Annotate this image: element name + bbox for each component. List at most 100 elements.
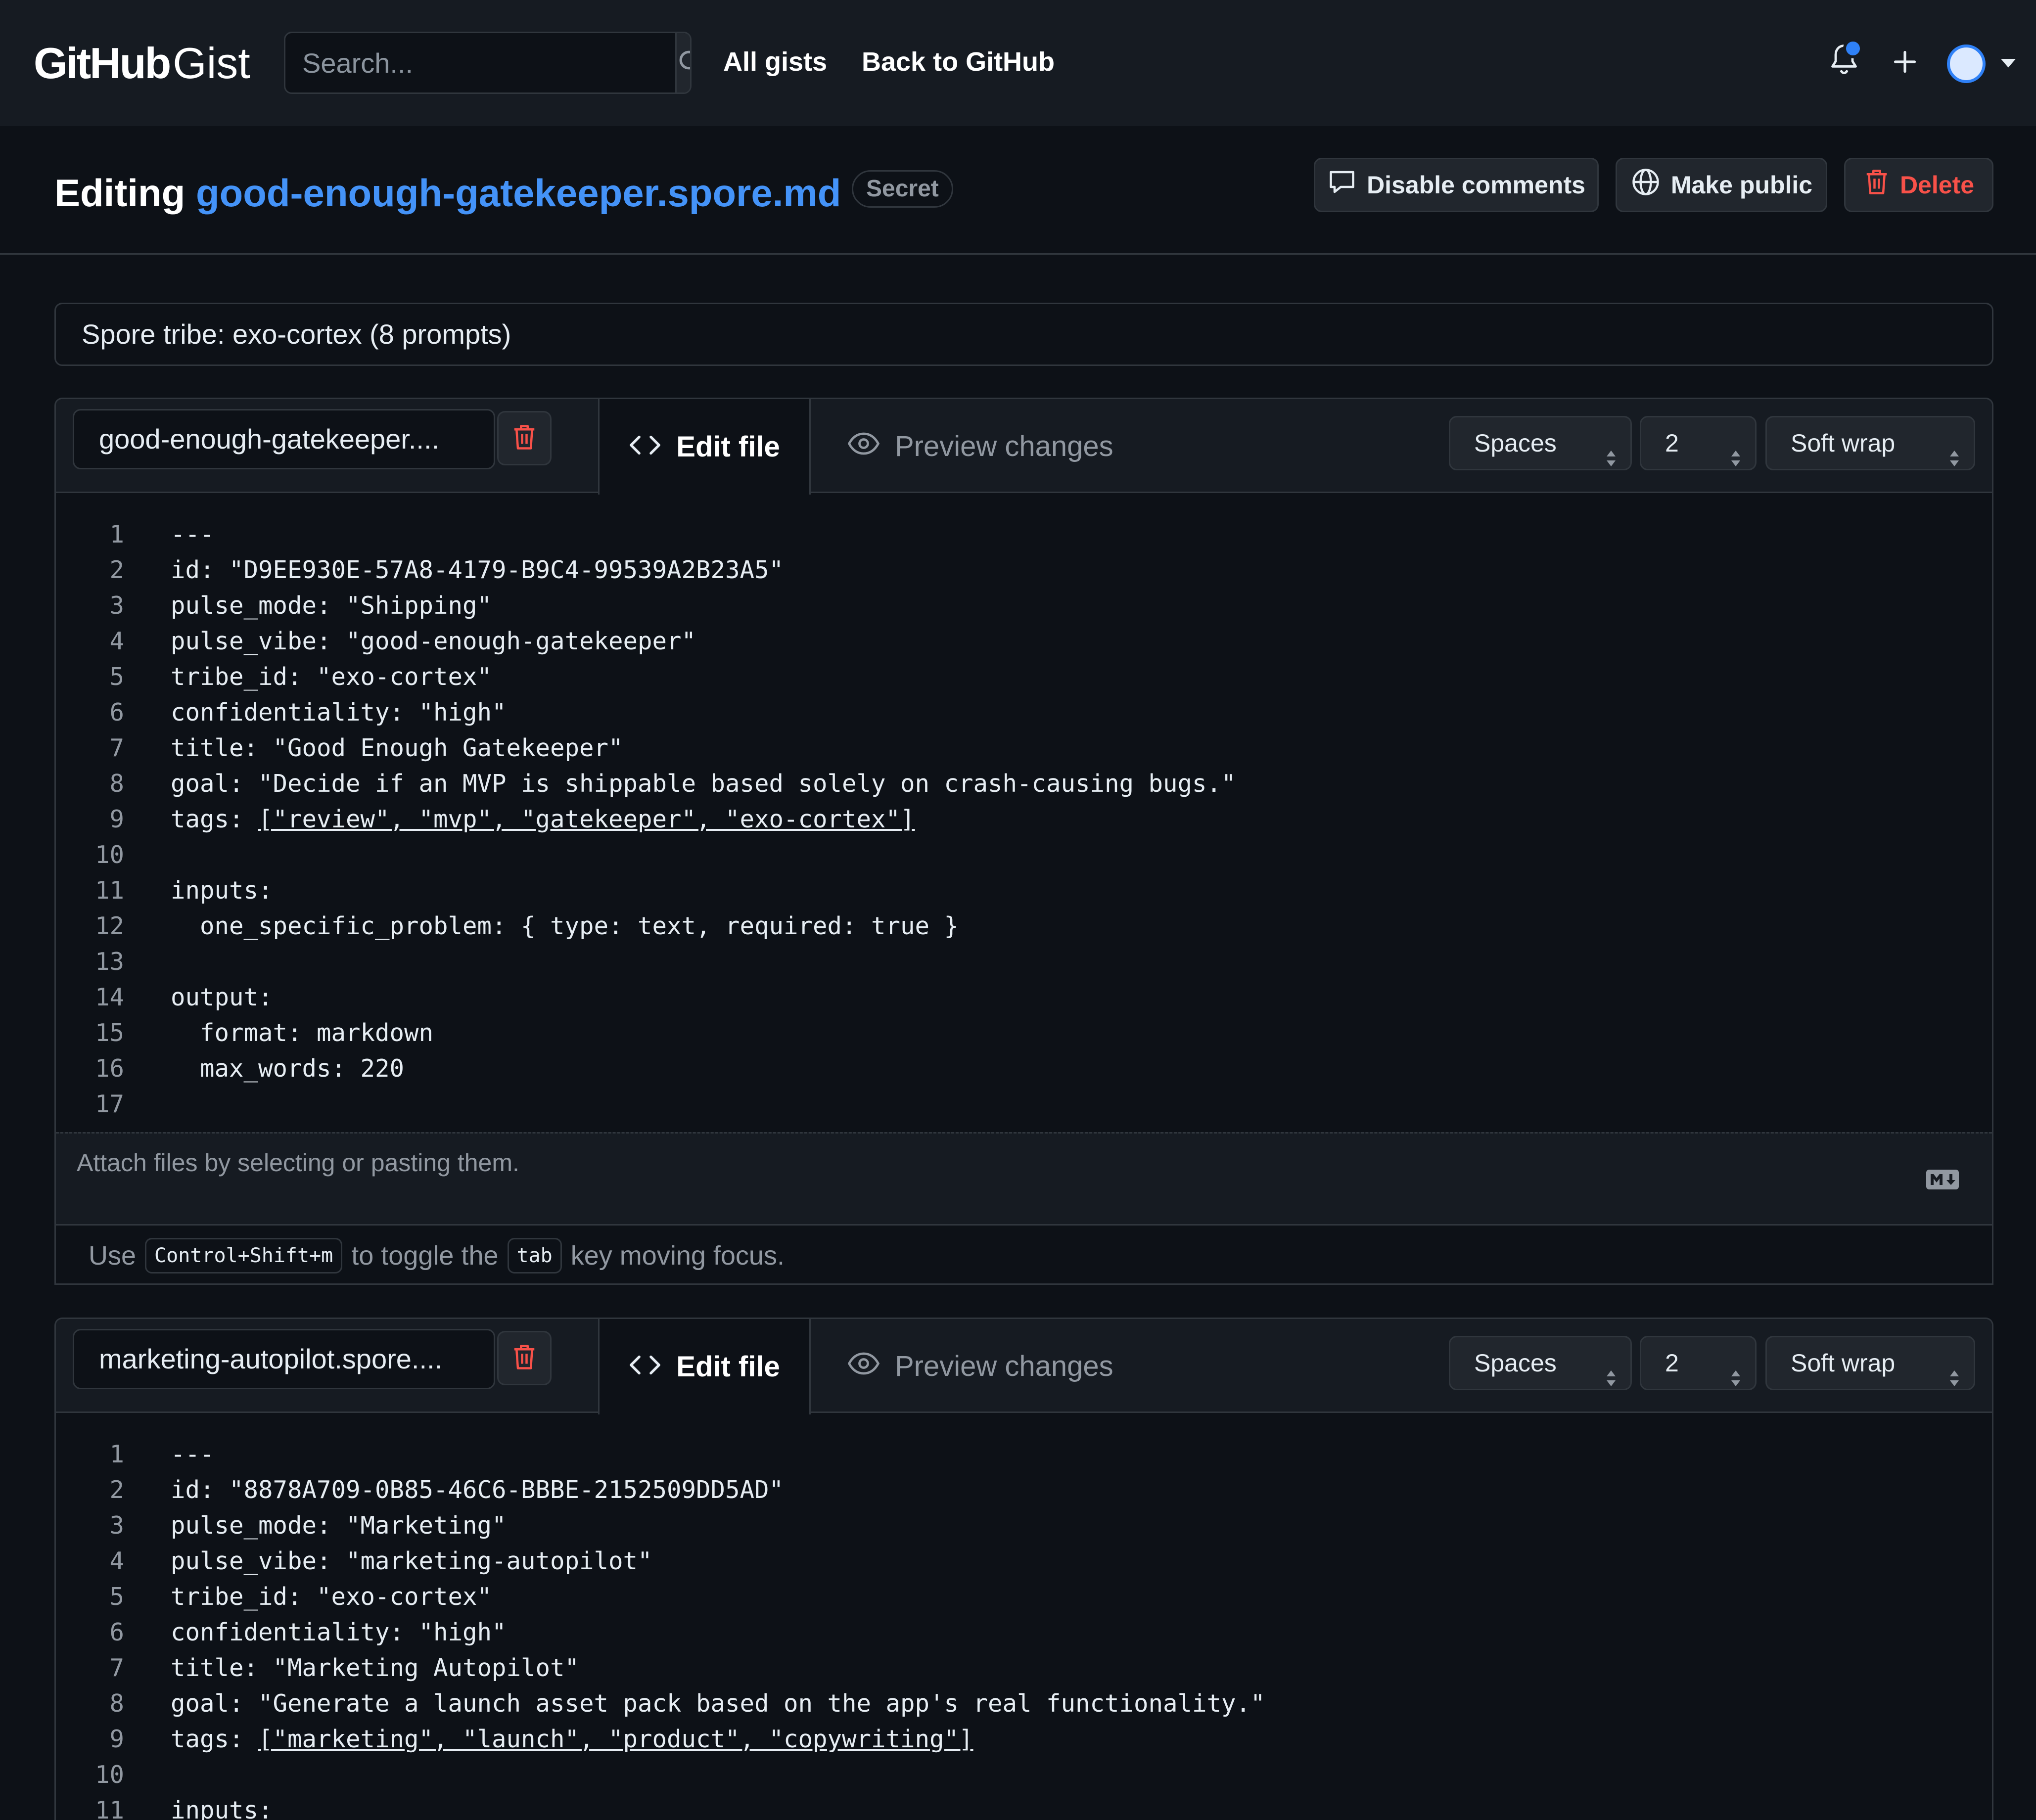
line-text: tags: ["review", "mvp", "gatekeeper", "e… — [171, 805, 915, 833]
create-new-button[interactable] — [1889, 46, 1921, 79]
code-line[interactable]: 4 pulse_vibe: "marketing-autopilot" — [56, 1544, 1992, 1579]
eye-icon — [847, 430, 880, 463]
code-line[interactable]: 2 id: "D9EE930E-57A8-4179-B9C4-99539A2B23… — [56, 552, 1992, 588]
tab-edit-label: Edit file — [676, 431, 780, 463]
line-text: max_words: 220 — [171, 1054, 405, 1083]
code-line[interactable]: 10 — [56, 837, 1992, 873]
tab-edit-file[interactable]: Edit file — [598, 399, 811, 495]
tab-focus-hint: Use Control+Shift+m to toggle the tab ke… — [56, 1224, 1992, 1283]
filename-input[interactable]: marketing-autopilot.spore.... — [73, 1329, 495, 1389]
nav-back-to-github[interactable]: Back to GitHub — [862, 45, 1055, 79]
code-line[interactable]: 15 format: markdown — [56, 1015, 1992, 1051]
line-number: 4 — [109, 627, 124, 655]
line-text: format: markdown — [171, 1019, 434, 1047]
tab-preview-changes[interactable]: Preview changes — [847, 1319, 1113, 1413]
line-text: goal: "Generate a launch asset pack base… — [171, 1689, 1265, 1718]
line-text: inputs: — [171, 1796, 273, 1820]
code-line[interactable]: 3 pulse_mode: "Marketing" — [56, 1508, 1992, 1544]
file-editor: good-enough-gatekeeper.... Edit file Pre… — [54, 398, 1993, 1285]
line-text: pulse_mode: "Marketing" — [171, 1511, 507, 1540]
line-text: inputs: — [171, 876, 273, 905]
code-line[interactable]: 17 — [56, 1087, 1992, 1122]
indent-mode-select[interactable]: Spaces — [1449, 1336, 1632, 1390]
line-number: 3 — [109, 592, 124, 620]
nav-all-gists[interactable]: All gists — [723, 45, 827, 79]
github-gist-logo[interactable]: GitHubGist — [34, 39, 250, 88]
indent-mode-select[interactable]: Spaces — [1449, 416, 1632, 470]
line-number: 6 — [109, 1618, 124, 1646]
trash-icon — [1863, 167, 1890, 203]
select-arrows-icon — [1729, 434, 1742, 486]
globe-icon — [1630, 167, 1661, 203]
file-editor-header: marketing-autopilot.spore.... Edit file … — [56, 1319, 1992, 1414]
wrap-mode-value: Soft wrap — [1791, 429, 1896, 457]
disable-comments-button[interactable]: Disable comments — [1314, 158, 1599, 212]
code-line[interactable]: 1 --- — [56, 1437, 1992, 1472]
file-editor: marketing-autopilot.spore.... Edit file … — [54, 1318, 1993, 1820]
tab-preview-changes[interactable]: Preview changes — [847, 399, 1113, 493]
line-text: output: — [171, 983, 273, 1011]
code-line[interactable]: 8 goal: "Generate a launch asset pack bas… — [56, 1686, 1992, 1722]
code-line[interactable]: 1 --- — [56, 517, 1992, 552]
wrap-mode-select[interactable]: Soft wrap — [1765, 416, 1975, 470]
gist-description-input[interactable]: Spore tribe: exo-cortex (8 prompts) — [54, 303, 1993, 366]
search-icon — [677, 48, 690, 78]
code-line[interactable]: 11 inputs: — [56, 873, 1992, 909]
make-public-button[interactable]: Make public — [1616, 158, 1827, 212]
make-public-label: Make public — [1670, 171, 1813, 199]
line-number: 7 — [109, 734, 124, 762]
code-line[interactable]: 16 max_words: 220 — [56, 1051, 1992, 1087]
avatar[interactable] — [1947, 45, 1986, 83]
line-number: 6 — [109, 698, 124, 727]
line-number: 11 — [94, 1796, 124, 1820]
hint-middle: to toggle the — [351, 1240, 499, 1271]
code-line[interactable]: 9 tags: ["marketing", "launch", "product"… — [56, 1722, 1992, 1757]
line-text: confidentiality: "high" — [171, 698, 507, 727]
code-line[interactable]: 8 goal: "Decide if an MVP is shippable ba… — [56, 766, 1992, 802]
code-line[interactable]: 6 confidentiality: "high" — [56, 1615, 1992, 1650]
code-line[interactable]: 5 tribe_id: "exo-cortex" — [56, 1579, 1992, 1615]
code-line[interactable]: 3 pulse_mode: "Shipping" — [56, 588, 1992, 624]
code-line[interactable]: 10 — [56, 1757, 1992, 1793]
shortcut-kbd: Control+Shift+m — [145, 1237, 343, 1274]
select-arrows-icon — [1605, 1354, 1618, 1406]
indent-size-select[interactable]: 2 — [1640, 1336, 1757, 1390]
indent-size-select[interactable]: 2 — [1640, 416, 1757, 470]
code-line[interactable]: 9 tags: ["review", "mvp", "gatekeeper", "… — [56, 802, 1992, 837]
code-line[interactable]: 7 title: "Good Enough Gatekeeper" — [56, 730, 1992, 766]
disable-comments-label: Disable comments — [1367, 171, 1585, 199]
tab-kbd: tab — [507, 1237, 562, 1274]
remove-file-button[interactable] — [497, 411, 552, 465]
search-input[interactable] — [285, 33, 675, 92]
search-button[interactable] — [675, 33, 690, 92]
indent-size-value: 2 — [1665, 1349, 1679, 1377]
wrap-mode-select[interactable]: Soft wrap — [1765, 1336, 1975, 1390]
code-line[interactable]: 6 confidentiality: "high" — [56, 695, 1992, 730]
gist-filename-link[interactable]: good-enough-gatekeeper.spore.md — [196, 171, 841, 215]
eye-icon — [847, 1350, 880, 1383]
line-number: 2 — [109, 556, 124, 584]
code-line[interactable]: 2 id: "8878A709-0B85-46C6-BBBE-2152509DD5… — [56, 1472, 1992, 1508]
code-line[interactable]: 13 — [56, 944, 1992, 980]
code-line[interactable]: 5 tribe_id: "exo-cortex" — [56, 659, 1992, 695]
wrap-mode-value: Soft wrap — [1791, 1349, 1896, 1377]
filename-input[interactable]: good-enough-gatekeeper.... — [73, 409, 495, 469]
code-editor[interactable]: 1 --- 2 id: "8878A709-0B85-46C6-BBBE-215250… — [56, 1413, 1992, 1820]
page-title: Editing good-enough-gatekeeper.spore.md — [54, 166, 841, 220]
code-line[interactable]: 4 pulse_vibe: "good-enough-gatekeeper" — [56, 624, 1992, 659]
code-editor[interactable]: 1 --- 2 id: "D9EE930E-57A8-4179-B9C4-99539A… — [56, 493, 1992, 1132]
delete-gist-button[interactable]: Delete — [1844, 158, 1993, 212]
remove-file-button[interactable] — [497, 1331, 552, 1385]
brand-github: GitHub — [34, 39, 171, 88]
attach-files-area[interactable]: Attach files by selecting or pasting the… — [56, 1132, 1992, 1224]
code-icon — [629, 1350, 661, 1383]
user-menu-toggle[interactable] — [1998, 57, 2018, 72]
code-line[interactable]: 14 output: — [56, 980, 1992, 1015]
tab-edit-file[interactable]: Edit file — [598, 1319, 811, 1414]
line-text: pulse_mode: "Shipping" — [171, 592, 492, 620]
secret-badge: Secret — [852, 170, 953, 208]
code-line[interactable]: 7 title: "Marketing Autopilot" — [56, 1650, 1992, 1686]
line-text: one_specific_problem: { type: text, requ… — [171, 912, 959, 940]
code-line[interactable]: 12 one_specific_problem: { type: text, r… — [56, 909, 1992, 944]
code-line[interactable]: 11 inputs: — [56, 1793, 1992, 1820]
